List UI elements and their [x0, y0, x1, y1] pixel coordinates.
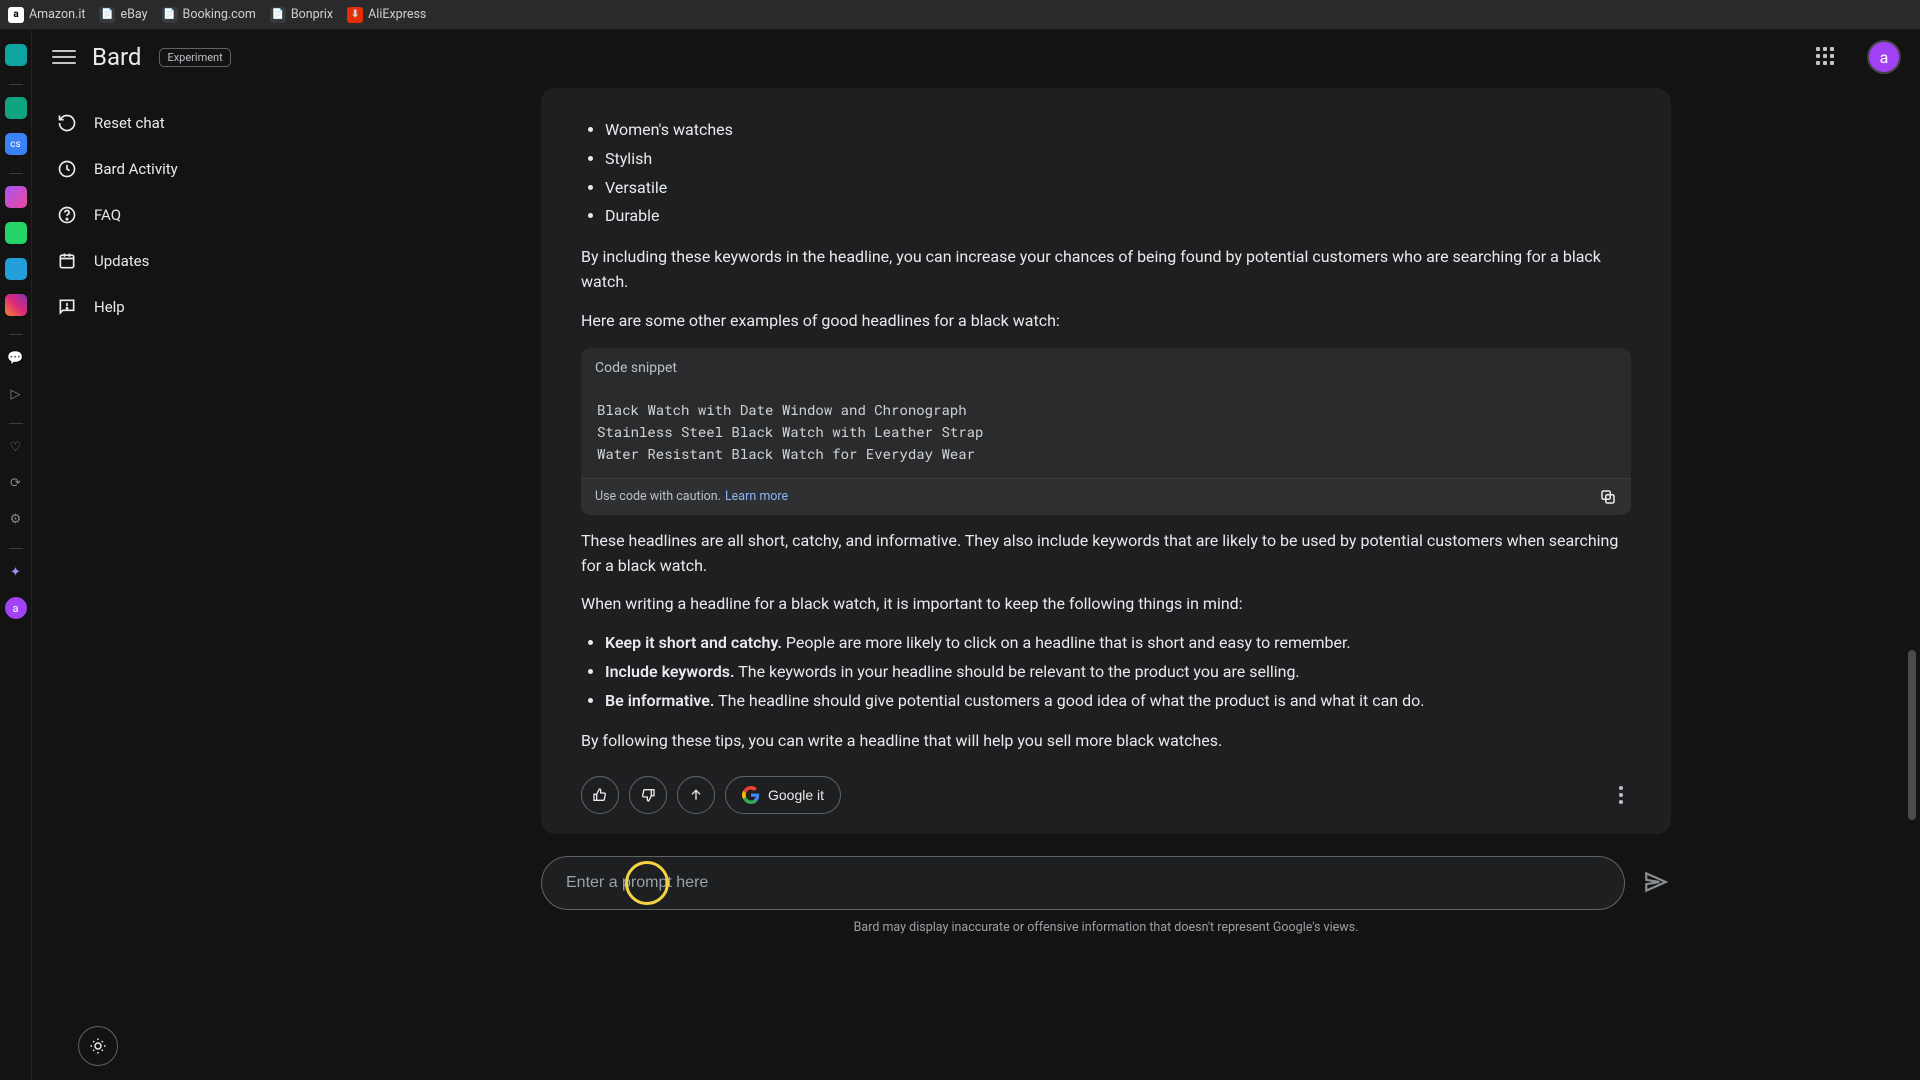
account-avatar[interactable]: a: [1868, 41, 1900, 73]
thumbs-up-button[interactable]: [581, 776, 619, 814]
paragraph: When writing a headline for a black watc…: [581, 592, 1631, 617]
rail-history-icon[interactable]: ⟳: [5, 472, 27, 494]
sidebar-item-label: FAQ: [94, 206, 121, 224]
code-body: Black Watch with Date Window and Chronog…: [581, 389, 1631, 478]
app-header: Bard Experiment a: [32, 30, 1920, 84]
list-item: Include keywords. The keywords in your h…: [605, 660, 1631, 685]
code-header: Code snippet: [581, 348, 1631, 390]
menu-button[interactable]: [52, 45, 76, 69]
rail-openai-icon[interactable]: [5, 97, 27, 119]
sidebar-item-faq[interactable]: FAQ: [44, 194, 280, 236]
theme-toggle-button[interactable]: [78, 1026, 118, 1066]
left-rail: cs 💬 ▷ ♡ ⟳ ⚙ ✦ a: [0, 30, 32, 1080]
sidebar-item-help[interactable]: Help: [44, 286, 280, 328]
rail-chat-icon[interactable]: 💬: [5, 347, 27, 369]
rail-telegram-icon[interactable]: [5, 258, 27, 280]
feedback-row: Google it: [581, 776, 1631, 814]
code-footer: Use code with caution. Learn more: [581, 478, 1631, 514]
experiment-badge: Experiment: [159, 48, 230, 67]
share-button[interactable]: [677, 776, 715, 814]
bookmark-aliexpress[interactable]: ⬇AliExpress: [347, 7, 426, 23]
scrollbar-thumb[interactable]: [1908, 650, 1916, 820]
rail-settings-icon[interactable]: ⚙: [5, 508, 27, 530]
learn-more-link[interactable]: Learn more: [725, 487, 788, 506]
sidebar-item-label: Reset chat: [94, 114, 165, 132]
activity-icon: [56, 158, 78, 180]
refresh-icon: [56, 112, 78, 134]
bookmark-bar: aAmazon.it 📄eBay 📄Booking.com 📄Bonprix ⬇…: [0, 0, 1920, 30]
sidebar-item-reset[interactable]: Reset chat: [44, 102, 280, 144]
list-item: Versatile: [605, 176, 1631, 201]
disclaimer: Bard may display inaccurate or offensive…: [854, 920, 1359, 935]
list-item: Stylish: [605, 147, 1631, 172]
sidebar-item-updates[interactable]: Updates: [44, 240, 280, 282]
sidebar-item-label: Updates: [94, 252, 149, 270]
paragraph: These headlines are all short, catchy, a…: [581, 529, 1631, 579]
bookmark-amazon[interactable]: aAmazon.it: [8, 7, 85, 23]
paragraph: By including these keywords in the headl…: [581, 245, 1631, 295]
rail-messenger-icon[interactable]: [5, 186, 27, 208]
send-button[interactable]: [1643, 869, 1671, 897]
rail-heart-icon[interactable]: ♡: [5, 436, 27, 458]
rail-play-icon[interactable]: ▷: [5, 383, 27, 405]
rail-cs-icon[interactable]: cs: [5, 133, 27, 155]
rail-home-icon[interactable]: [5, 44, 27, 66]
rail-whatsapp-icon[interactable]: [5, 222, 27, 244]
sidebar: Reset chat Bard Activity FAQ Updates Hel…: [32, 84, 292, 1080]
tips-list: Keep it short and catchy. People are mor…: [581, 631, 1631, 713]
list-item: Durable: [605, 204, 1631, 229]
list-item: Be informative. The headline should give…: [605, 689, 1631, 714]
prompt-input[interactable]: [541, 856, 1625, 910]
code-warning: Use code with caution.: [595, 487, 721, 506]
rail-sparkle-icon[interactable]: ✦: [5, 561, 27, 583]
chat-response: Women's watches Stylish Versatile Durabl…: [541, 88, 1671, 834]
feedback-icon: [56, 296, 78, 318]
bookmark-ebay[interactable]: 📄eBay: [99, 7, 147, 23]
sidebar-item-label: Bard Activity: [94, 160, 178, 178]
more-options-button[interactable]: [1611, 778, 1631, 812]
rail-instagram-icon[interactable]: [5, 294, 27, 316]
bullet-list-keywords: Women's watches Stylish Versatile Durabl…: [581, 118, 1631, 229]
apps-launcher-icon[interactable]: [1816, 47, 1836, 67]
code-snippet: Code snippet Black Watch with Date Windo…: [581, 348, 1631, 515]
sidebar-item-label: Help: [94, 298, 125, 316]
brand-title: Bard: [92, 43, 141, 71]
rail-avatar-icon[interactable]: a: [5, 597, 27, 619]
paragraph: By following these tips, you can write a…: [581, 729, 1631, 754]
thumbs-down-button[interactable]: [629, 776, 667, 814]
main-column: Women's watches Stylish Versatile Durabl…: [292, 84, 1920, 1080]
prompt-row: [541, 856, 1671, 910]
bookmark-booking[interactable]: 📄Booking.com: [162, 7, 256, 23]
calendar-icon: [56, 250, 78, 272]
app-body: Reset chat Bard Activity FAQ Updates Hel…: [32, 84, 1920, 1080]
list-item: Keep it short and catchy. People are mor…: [605, 631, 1631, 656]
bookmark-bonprix[interactable]: 📄Bonprix: [270, 7, 333, 23]
help-icon: [56, 204, 78, 226]
app: Bard Experiment a Reset chat Bard Activi…: [32, 30, 1920, 1080]
list-item: Women's watches: [605, 118, 1631, 143]
copy-code-button[interactable]: [1599, 488, 1617, 506]
google-it-button[interactable]: Google it: [725, 776, 841, 814]
google-logo-icon: [742, 786, 760, 804]
paragraph: Here are some other examples of good hea…: [581, 309, 1631, 334]
sidebar-item-activity[interactable]: Bard Activity: [44, 148, 280, 190]
